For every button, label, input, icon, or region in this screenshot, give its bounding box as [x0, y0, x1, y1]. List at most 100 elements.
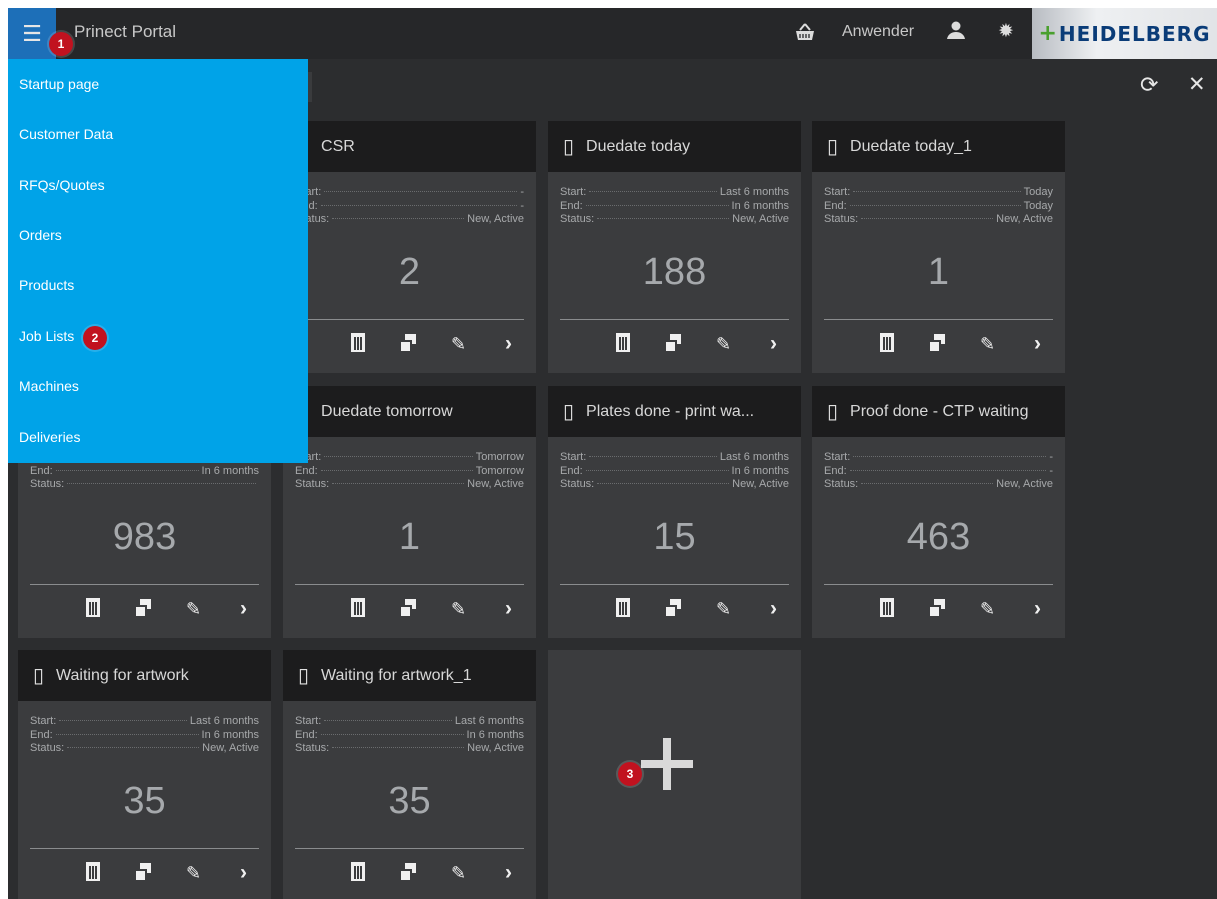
chevron-right-icon[interactable]: › [770, 333, 777, 355]
trash-icon[interactable] [880, 598, 894, 622]
user-icon[interactable] [946, 20, 966, 44]
card-header[interactable]: ▯ Plates done - print wa... [548, 386, 801, 437]
trash-icon[interactable] [616, 598, 630, 622]
job-count: 35 [388, 780, 431, 822]
status-row: Status: New, Active [560, 213, 789, 227]
copy-icon[interactable] [930, 598, 946, 620]
trash-icon[interactable] [351, 333, 365, 357]
trash-icon[interactable] [616, 333, 630, 357]
gear-icon[interactable]: ✹ [998, 22, 1014, 41]
trash-icon[interactable] [351, 598, 365, 622]
job-count: 983 [112, 516, 177, 558]
copy-icon[interactable] [666, 598, 682, 620]
end-row: End: - [824, 465, 1053, 479]
trash-icon[interactable] [86, 598, 100, 622]
job-list-card[interactable]: ▯ Duedate tomorrow Start:Tomorrow End: To… [283, 386, 536, 638]
copy-icon[interactable] [136, 862, 152, 884]
copy-icon[interactable] [930, 333, 946, 355]
card-header[interactable]: ▯ Waiting for artwork_1 [283, 650, 536, 701]
menu-item-label: Products [19, 277, 75, 293]
menu-item-products[interactable]: Products [8, 260, 308, 310]
pencil-icon[interactable]: ✎ [451, 862, 466, 884]
job-list-card[interactable]: ▯ Proof done - CTP waiting Start: - End: -… [812, 386, 1065, 638]
copy-icon[interactable] [401, 862, 417, 884]
card-filters: Start: Tomorrow End: Tomorrow Status: New, … [295, 451, 524, 492]
card-actions: ✎ › [283, 333, 536, 359]
copy-icon[interactable] [401, 598, 417, 620]
basket-icon[interactable] [794, 21, 816, 47]
start-row: Start: Last 6 months [560, 186, 789, 200]
job-list-card[interactable]: ▯ Waiting for artwork_1 Start: Last 6 mon… [283, 650, 536, 899]
chevron-right-icon[interactable]: › [770, 598, 777, 620]
copy-icon[interactable] [666, 333, 682, 355]
card-header[interactable]: ▯ CSR [283, 121, 536, 172]
chevron-right-icon[interactable]: › [240, 862, 247, 884]
end-label: End: [30, 464, 53, 477]
end-value: - [520, 199, 524, 212]
card-header[interactable]: ▯ Duedate today_1 [812, 121, 1065, 172]
leader-dots [597, 218, 730, 219]
trash-icon[interactable] [86, 862, 100, 886]
callout-badge-1: 1 [49, 32, 73, 56]
chevron-right-icon[interactable]: › [1034, 333, 1041, 355]
card-title: Plates done - print wa... [586, 402, 755, 420]
card-header[interactable]: ▯ Duedate today [548, 121, 801, 172]
leader-dots [585, 469, 729, 471]
end-row: End: In 6 months [560, 200, 789, 214]
leader-dots [67, 483, 256, 484]
job-list-card[interactable]: ▯ Duedate today Start: Last 6 months End:… [548, 121, 801, 373]
copy-icon[interactable] [136, 598, 152, 620]
chevron-right-icon[interactable]: › [505, 333, 512, 355]
start-row: Start: - [824, 451, 1053, 465]
chevron-right-icon[interactable]: › [505, 598, 512, 620]
hamburger-icon[interactable]: ☰ [8, 8, 56, 59]
trash-icon[interactable] [351, 862, 365, 886]
leader-dots [597, 483, 730, 484]
card-divider [30, 848, 259, 849]
copy-icon[interactable] [401, 333, 417, 355]
job-list-card[interactable]: ▯ Waiting for artwork Start: Last 6 month… [18, 650, 271, 899]
card-header[interactable]: ▯ Proof done - CTP waiting [812, 386, 1065, 437]
card-filters: Start: Today End: Today Status: New, Active [824, 186, 1053, 227]
pencil-icon[interactable]: ✎ [980, 333, 995, 355]
leader-dots [589, 456, 717, 457]
card-actions: ✎ › [548, 598, 801, 624]
start-value: - [1049, 451, 1053, 463]
menu-item-machines[interactable]: Machines [8, 361, 308, 411]
card-title: Duedate tomorrow [321, 402, 453, 420]
end-value: In 6 months [466, 728, 524, 741]
menu-item-deliveries[interactable]: Deliveries [8, 412, 308, 462]
status-label: Status: [30, 478, 65, 490]
job-list-card[interactable]: ▯ Plates done - print wa... Start: Last 6… [548, 386, 801, 638]
pencil-icon[interactable]: ✎ [716, 598, 731, 620]
pencil-icon[interactable]: ✎ [980, 598, 995, 620]
user-name[interactable]: Anwender [842, 23, 914, 41]
menu-item-rfqs-quotes[interactable]: RFQs/Quotes [8, 160, 308, 210]
menu-item-job-lists[interactable]: Job Lists [8, 311, 308, 361]
pencil-icon[interactable]: ✎ [186, 862, 201, 884]
plus-icon[interactable] [641, 738, 693, 790]
pencil-icon[interactable]: ✎ [716, 333, 731, 355]
card-header[interactable]: ▯ Duedate tomorrow [283, 386, 536, 437]
pencil-icon[interactable]: ✎ [186, 598, 201, 620]
refresh-icon[interactable]: ⟳ [1140, 72, 1158, 98]
status-value: New, Active [467, 742, 524, 754]
add-job-list-card[interactable] [548, 650, 801, 899]
trash-icon[interactable] [880, 333, 894, 357]
close-icon[interactable]: ✕ [1188, 72, 1206, 97]
menu-item-customer-data[interactable]: Customer Data [8, 109, 308, 159]
menu-item-label: Deliveries [19, 429, 81, 445]
job-list-card[interactable]: ▯ CSR Start:- End:- Status:New, Active 2… [283, 121, 536, 373]
menu-item-orders[interactable]: Orders [8, 210, 308, 260]
chevron-right-icon[interactable]: › [1034, 598, 1041, 620]
pencil-icon[interactable]: ✎ [451, 598, 466, 620]
chevron-right-icon[interactable]: › [240, 598, 247, 620]
card-header[interactable]: ▯ Waiting for artwork [18, 650, 271, 701]
chevron-right-icon[interactable]: › [505, 862, 512, 884]
job-list-card[interactable]: ▯ Duedate today_1 Start: Today End: Today … [812, 121, 1065, 373]
leader-dots [320, 204, 518, 206]
pencil-icon[interactable]: ✎ [451, 333, 466, 355]
menu-item-startup-page[interactable]: Startup page [8, 59, 308, 109]
start-label: Start: [560, 451, 587, 463]
start-label: Start: [30, 715, 57, 727]
